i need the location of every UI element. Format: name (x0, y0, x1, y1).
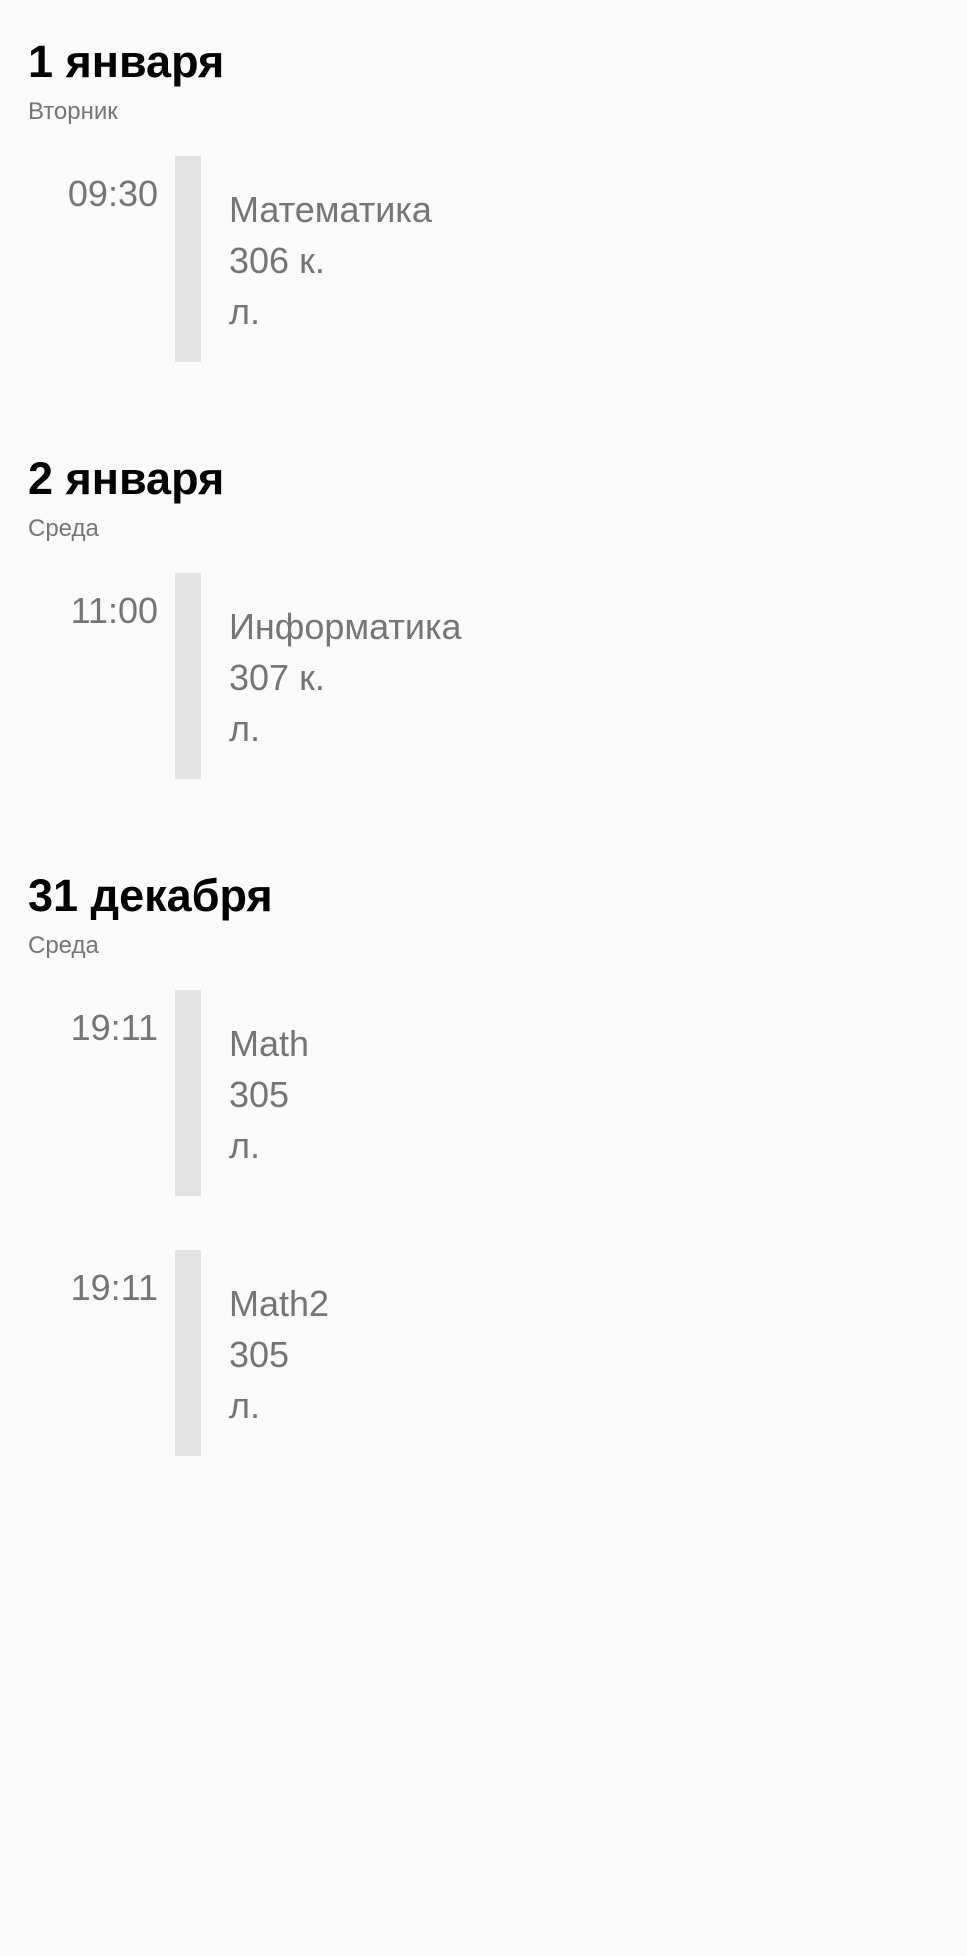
date-heading: 2 января (28, 453, 225, 504)
event-room: 306 к. (229, 240, 325, 281)
event-subject: Математика (229, 189, 432, 230)
event-type: л. (229, 291, 261, 332)
event-info: Math2 305 л. (229, 1250, 329, 1456)
event-type: л. (229, 1385, 261, 1426)
event-bar (175, 156, 201, 362)
date-heading: 31 декабря (28, 870, 273, 921)
events-list: 11:00 Информатика 307 к. л. (28, 573, 967, 779)
event-bar (175, 1250, 201, 1456)
event-item[interactable]: 19:11 Math 305 л. (28, 990, 967, 1196)
event-subject: Math2 (229, 1283, 330, 1324)
event-time: 19:11 (70, 1267, 158, 1308)
event-time: 11:00 (70, 590, 158, 631)
day-section: 31 декабря Среда 19:11 Math 305 л. 19:11… (0, 870, 967, 1456)
weekday-label: Среда (28, 932, 99, 959)
date-heading: 1 января (28, 36, 225, 87)
event-type: л. (229, 708, 261, 749)
event-room: 305 (229, 1334, 290, 1375)
events-list: 19:11 Math 305 л. 19:11 Math2 305 л. (28, 990, 967, 1456)
event-item[interactable]: 09:30 Математика 306 к. л. (28, 156, 967, 362)
event-time: 09:30 (67, 173, 158, 214)
weekday-label: Среда (28, 515, 99, 542)
event-bar (175, 573, 201, 779)
event-info: Math 305 л. (229, 990, 309, 1196)
weekday-label: Вторник (28, 98, 118, 125)
events-list: 09:30 Математика 306 к. л. (28, 156, 967, 362)
day-section: 1 января Вторник 09:30 Математика 306 к.… (0, 36, 967, 362)
event-type: л. (229, 1125, 261, 1166)
event-subject: Информатика (229, 606, 462, 647)
event-info: Математика 306 к. л. (229, 156, 432, 362)
event-bar (175, 990, 201, 1196)
event-item[interactable]: 11:00 Информатика 307 к. л. (28, 573, 967, 779)
event-item[interactable]: 19:11 Math2 305 л. (28, 1250, 967, 1456)
schedule-list[interactable]: 1 января Вторник 09:30 Математика 306 к.… (0, 0, 967, 1456)
event-time: 19:11 (70, 1007, 158, 1048)
day-section: 2 января Среда 11:00 Информатика 307 к. … (0, 453, 967, 779)
event-room: 307 к. (229, 657, 325, 698)
event-info: Информатика 307 к. л. (229, 573, 462, 779)
event-subject: Math (229, 1023, 310, 1064)
event-room: 305 (229, 1074, 290, 1115)
